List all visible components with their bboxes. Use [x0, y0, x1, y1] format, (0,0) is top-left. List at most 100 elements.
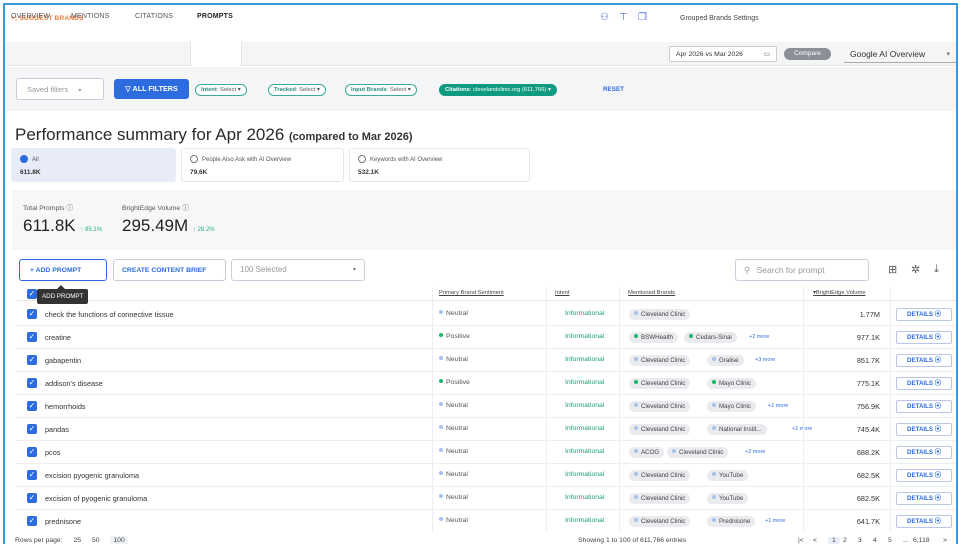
copy-icon[interactable]: ❐: [638, 12, 647, 23]
header-intent[interactable]: Intent: [555, 290, 570, 296]
rows-option-25[interactable]: 25: [74, 537, 82, 544]
citations-filter-chip[interactable]: Citations: clevelandclinic.org (611,766)…: [439, 84, 557, 96]
add-user-icon[interactable]: ⚇: [600, 12, 609, 23]
brand-tag[interactable]: Cedars-Sinai: [684, 332, 737, 343]
brand-tag[interactable]: Prednisone: [707, 516, 756, 527]
page-link[interactable]: 3: [858, 537, 862, 544]
table-row[interactable]: ✓ pandas Neutral Informational Cleveland Cli…: [15, 418, 956, 441]
brand-tag[interactable]: YouTube: [707, 493, 749, 504]
details-button[interactable]: DETAILS ⦿: [896, 400, 952, 413]
segment-paa-ai-overview[interactable]: People Also Ask with AI Overview 79.6K: [181, 148, 344, 182]
brand-tag[interactable]: Cleveland Clinic: [629, 355, 691, 366]
intent-filter-chip[interactable]: Intent: Select ▾: [195, 84, 247, 96]
page-link[interactable]: 5: [888, 537, 892, 544]
saved-filters-select[interactable]: Saved filters ▾: [16, 78, 104, 100]
details-button[interactable]: DETAILS ⦿: [896, 492, 952, 505]
brand-tag[interactable]: Cleveland Clinic: [629, 516, 691, 527]
row-checkbox[interactable]: ✓: [27, 332, 37, 342]
row-checkbox[interactable]: ✓: [27, 493, 37, 503]
download-icon[interactable]: ⤓: [934, 263, 939, 276]
page-link[interactable]: |<: [798, 537, 804, 544]
prompt-text[interactable]: pcos: [45, 448, 60, 457]
prompt-text[interactable]: addison's disease: [45, 379, 103, 388]
prompt-text[interactable]: prednisone: [45, 517, 81, 526]
brand-tag[interactable]: Mayo Clinic: [707, 378, 756, 389]
table-row[interactable]: ✓ addison's disease Positive Informational C…: [15, 372, 956, 395]
segment-all[interactable]: All 611.8K: [11, 148, 176, 182]
brand-tag[interactable]: Cleveland Clinic: [629, 309, 691, 320]
brand-tag[interactable]: YouTube: [707, 470, 749, 481]
prompt-text[interactable]: gabapentin: [45, 356, 81, 365]
bulk-action-select[interactable]: 100 Selected ▾: [231, 259, 365, 281]
more-brands-link[interactable]: +2 more: [745, 449, 765, 455]
header-brightedge-volume[interactable]: ▾BrightEdge Volume: [813, 290, 866, 296]
page-link[interactable]: 1: [828, 537, 840, 544]
details-button[interactable]: DETAILS ⦿: [896, 331, 952, 344]
tab-prompts[interactable]: PROMPTS: [197, 13, 233, 20]
columns-icon[interactable]: ⊞: [888, 263, 897, 276]
brand-tag[interactable]: Cleveland Clinic: [629, 378, 691, 389]
brand-tag[interactable]: Cleveland Clinic: [629, 401, 691, 412]
add-prompt-button[interactable]: + ADD PROMPT: [19, 259, 107, 281]
prompt-text[interactable]: pandas: [45, 425, 69, 434]
grouped-brands-settings-title[interactable]: Grouped Brands Settings: [680, 15, 759, 22]
brand-tag[interactable]: BSWHealth: [629, 332, 678, 343]
row-checkbox[interactable]: ✓: [27, 355, 37, 365]
brand-tag[interactable]: Cleveland Clinic: [629, 493, 691, 504]
create-content-brief-button[interactable]: CREATE CONTENT BRIEF: [113, 259, 226, 281]
row-checkbox[interactable]: ✓: [27, 516, 37, 526]
table-row[interactable]: ✓ pcos Neutral Informational ACOG Cleveland C…: [15, 441, 956, 464]
details-button[interactable]: DETAILS ⦿: [896, 308, 952, 321]
table-row[interactable]: ✓ excision pyogenic granuloma Neutral Infor…: [15, 464, 956, 487]
brand-tag[interactable]: National Instit...: [707, 424, 767, 435]
details-button[interactable]: DETAILS ⦿: [896, 423, 952, 436]
row-checkbox[interactable]: ✓: [27, 424, 37, 434]
source-select[interactable]: Google AI Overview ▾: [844, 45, 956, 63]
input-brands-filter-chip[interactable]: Input Brands: Select ▾: [345, 84, 417, 96]
details-button[interactable]: DETAILS ⦿: [896, 446, 952, 459]
brand-tag[interactable]: Cleveland Clinic: [667, 447, 729, 458]
page-link[interactable]: 4: [873, 537, 877, 544]
brand-tag[interactable]: Gralise: [707, 355, 744, 366]
page-link[interactable]: >: [943, 537, 947, 544]
table-row[interactable]: ✓ hemorrhoids Neutral Informational Clevelan…: [15, 395, 956, 418]
prompt-text[interactable]: check the functions of connective tissue: [45, 310, 174, 319]
details-button[interactable]: DETAILS ⦿: [896, 354, 952, 367]
pin-icon[interactable]: ⊤: [619, 12, 628, 23]
compare-button[interactable]: Compare: [784, 48, 831, 60]
tab-overview[interactable]: OVERVIEW: [11, 13, 50, 20]
row-checkbox[interactable]: ✓: [27, 309, 37, 319]
table-row[interactable]: ✓ excision of pyogenic granuloma Neutral In…: [15, 487, 956, 510]
prompt-text[interactable]: hemorrhoids: [45, 402, 86, 411]
tab-mentions[interactable]: MENTIONS: [71, 13, 110, 20]
page-link[interactable]: 6,118: [913, 537, 930, 544]
row-checkbox[interactable]: ✓: [27, 401, 37, 411]
details-button[interactable]: DETAILS ⦿: [896, 515, 952, 528]
tracked-filter-chip[interactable]: Tracked: Select ▾: [268, 84, 326, 96]
table-row[interactable]: ✓ check the functions of connective tissu…: [15, 303, 956, 326]
more-brands-link[interactable]: +1 more: [765, 518, 785, 524]
page-link[interactable]: <: [813, 537, 817, 544]
table-row[interactable]: ✓ creatine Positive Informational BSWHealth C…: [15, 326, 956, 349]
header-mentioned-brands[interactable]: Mentioned Brands: [628, 290, 675, 296]
header-sentiment[interactable]: Primary Brand Sentiment: [439, 290, 504, 296]
details-button[interactable]: DETAILS ⦿: [896, 469, 952, 482]
table-row[interactable]: ✓ gabapentin Neutral Informational Cleveland…: [15, 349, 956, 372]
table-row[interactable]: ✓ prednisone Neutral Informational Cleveland…: [15, 510, 956, 533]
reset-filters-button[interactable]: RESET: [603, 86, 624, 93]
prompt-text[interactable]: creatine: [45, 333, 71, 342]
row-checkbox[interactable]: ✓: [27, 378, 37, 388]
details-button[interactable]: DETAILS ⦿: [896, 377, 952, 390]
more-brands-link[interactable]: +2 more: [749, 334, 769, 340]
brand-tag[interactable]: Mayo Clinic: [707, 401, 756, 412]
brand-tag[interactable]: Cleveland Clinic: [629, 470, 691, 481]
tab-citations[interactable]: CITATIONS: [135, 13, 173, 20]
more-brands-link[interactable]: +3 more: [755, 357, 775, 363]
rows-option-100[interactable]: 100: [110, 536, 128, 544]
row-checkbox[interactable]: ✓: [27, 447, 37, 457]
page-link[interactable]: 2: [843, 537, 847, 544]
row-checkbox[interactable]: ✓: [27, 470, 37, 480]
gear-icon[interactable]: ✲: [911, 263, 920, 276]
prompt-text[interactable]: excision pyogenic granuloma: [45, 471, 139, 480]
rows-option-50[interactable]: 50: [92, 537, 100, 544]
